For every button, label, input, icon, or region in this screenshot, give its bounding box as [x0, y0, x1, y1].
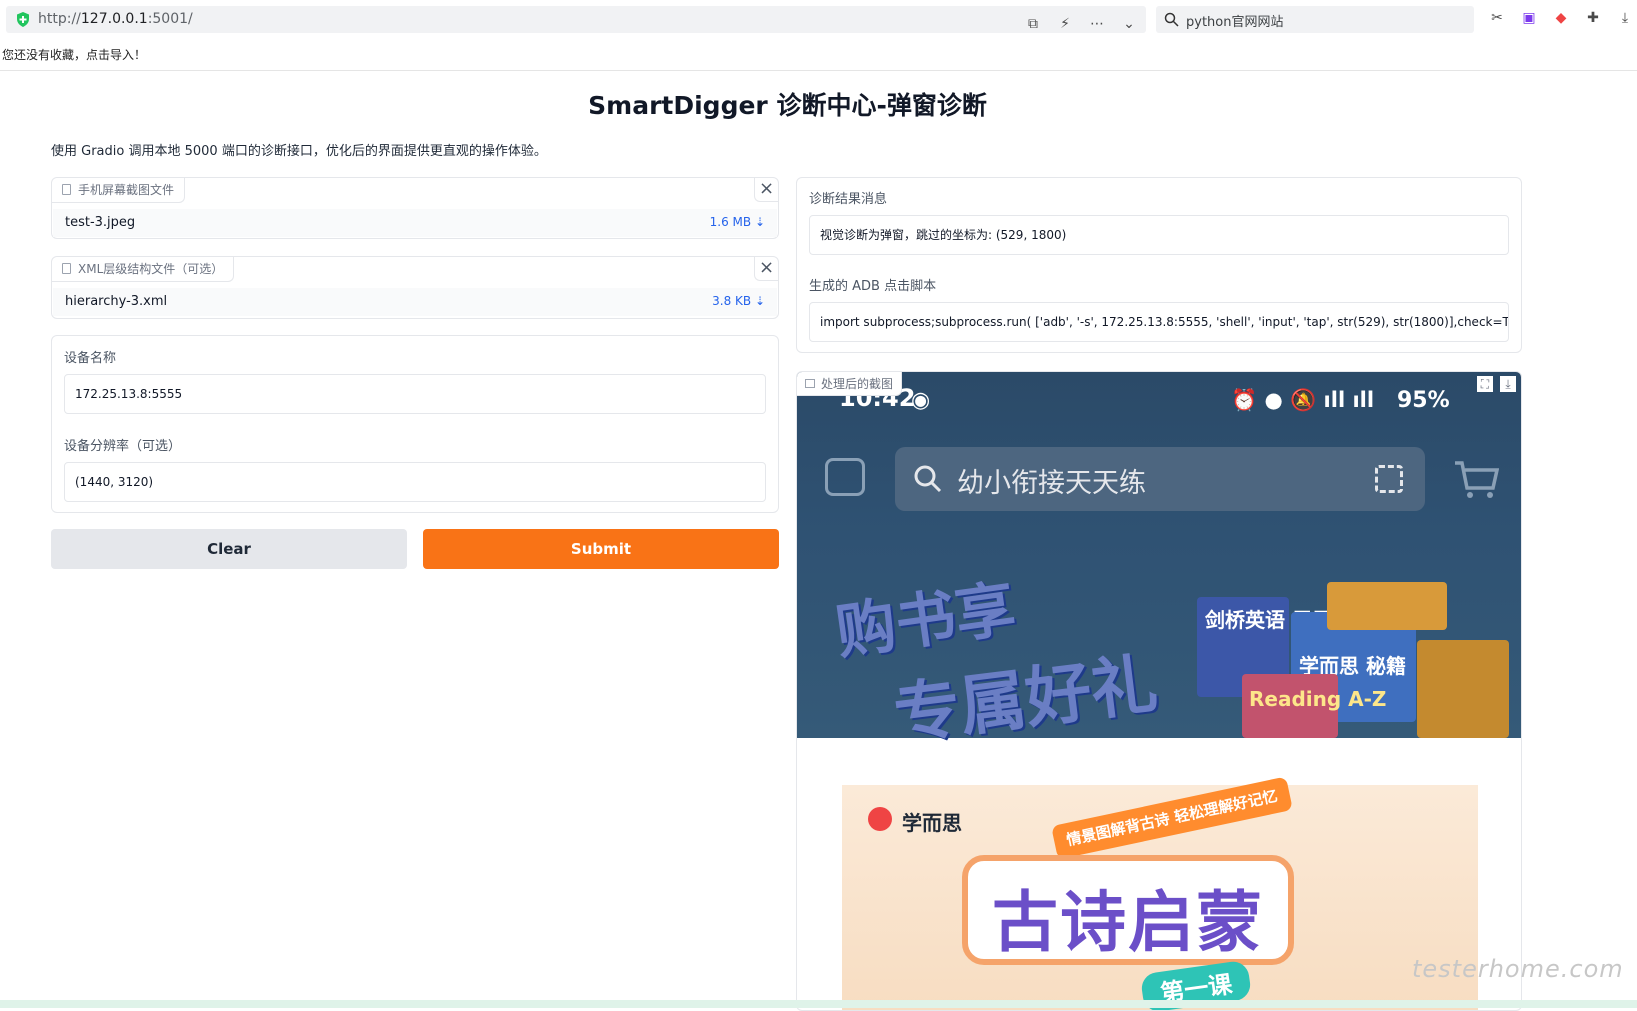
book-cover	[1417, 640, 1509, 738]
device-form: 设备名称 172.25.13.8:5555 设备分辨率（可选） (1440, 3…	[51, 335, 779, 513]
file-row: test-3.jpeg 1.6 MB ⇣	[53, 209, 777, 237]
file-name: hierarchy-3.xml	[65, 294, 168, 309]
url-text: http://127.0.0.1:5001/	[38, 11, 193, 27]
status-icons: ⏰ ● 🔕 ıll ıll	[1231, 388, 1375, 412]
secure-shield-icon	[17, 12, 29, 27]
search-icon	[914, 465, 942, 493]
browser-toolbar: http://127.0.0.1:5001/ ⧉ ⚡ ⋯ ⌄ python官网网…	[0, 0, 1637, 38]
processed-image-panel: 处理后的截图 ⛶ ⤓ 10:42 ◉ ⏰ ● 🔕 ıll ıll 95% 幼小衔…	[796, 371, 1522, 1011]
device-name-label: 设备名称	[64, 351, 117, 366]
watermark: testerhome.com	[1412, 955, 1624, 983]
search-box[interactable]: python官网网站	[1156, 6, 1474, 33]
app-search-bar: 幼小衔接天天练	[895, 447, 1425, 511]
ad-ribbon: 情景图解背古诗 轻松理解好记忆	[1051, 776, 1293, 860]
processed-image-label: 处理后的截图	[797, 372, 903, 396]
ad-title-box: 古诗启蒙	[962, 855, 1294, 965]
close-icon[interactable]: ×	[754, 178, 778, 202]
page-title: SmartDigger 诊断中心-弹窗诊断	[588, 91, 987, 120]
bookmark-import-notice[interactable]: 您还没有收藏，点击导入！	[2, 46, 146, 63]
message-icon	[825, 458, 865, 496]
processed-screenshot: 10:42 ◉ ⏰ ● 🔕 ıll ıll 95% 幼小衔接天天练 剑桥英语 周…	[797, 372, 1521, 754]
app-search-text: 幼小衔接天天练	[957, 468, 1146, 499]
image-icon	[805, 379, 815, 388]
taskbar-strip	[0, 1000, 1637, 1008]
eye-icon: ◉	[911, 388, 931, 413]
file-icon	[62, 184, 71, 195]
search-icon	[1164, 12, 1179, 27]
status-battery: 95%	[1397, 388, 1450, 413]
chevron-down-icon[interactable]: ⌄	[1120, 15, 1138, 33]
scissors-icon[interactable]: ✂	[1488, 9, 1506, 27]
more-icon[interactable]: ⋯	[1088, 15, 1106, 33]
file-row: hierarchy-3.xml 3.8 KB ⇣	[53, 288, 777, 316]
popup-ad: 学而思 情景图解背古诗 轻松理解好记忆 古诗启蒙 第一课	[842, 776, 1478, 1010]
device-resolution-label: 设备分辨率（可选）	[64, 439, 182, 454]
close-icon[interactable]: ×	[754, 257, 778, 281]
screenshot-upload-label: 手机屏幕截图文件	[52, 178, 186, 203]
translate-icon[interactable]: ⧉	[1024, 15, 1042, 33]
adb-script-output[interactable]: import subprocess;subprocess.run( ['adb'…	[809, 302, 1509, 342]
ad-title: 古诗启蒙	[992, 884, 1264, 961]
game-extension-icon[interactable]: ◆	[1552, 9, 1570, 27]
fullscreen-icon[interactable]: ⛶	[1477, 376, 1493, 392]
ad-brand: 学而思	[902, 811, 962, 835]
puzzle-icon[interactable]: ✚	[1584, 9, 1602, 27]
cart-icon	[1455, 461, 1499, 498]
xml-upload-label: XML层级结构文件（可选）	[52, 257, 235, 282]
translate-extension-icon[interactable]: ▣	[1520, 9, 1538, 27]
result-message-output[interactable]: 视觉诊断为弹窗，跳过的坐标为: (529, 1800)	[809, 215, 1509, 255]
clear-button[interactable]: Clear	[51, 529, 407, 569]
brand-logo-icon	[868, 807, 892, 831]
submit-button[interactable]: Submit	[423, 529, 779, 569]
bookmark-bar: 您还没有收藏，点击导入！	[0, 38, 1637, 71]
page-description: 使用 Gradio 调用本地 5000 端口的诊断接口，优化后的界面提供更直观的…	[51, 144, 547, 159]
device-name-input[interactable]: 172.25.13.8:5555	[64, 374, 766, 414]
results-panel: 诊断结果消息 视觉诊断为弹窗，跳过的坐标为: (529, 1800) 生成的 A…	[796, 177, 1522, 353]
screenshot-upload[interactable]: 手机屏幕截图文件 × test-3.jpeg 1.6 MB ⇣	[51, 177, 779, 239]
file-download-link[interactable]: 3.8 KB ⇣	[712, 294, 765, 308]
device-resolution-input[interactable]: (1440, 3120)	[64, 462, 766, 502]
adb-script-label: 生成的 ADB 点击脚本	[809, 279, 937, 294]
file-icon	[62, 263, 71, 274]
download-icon[interactable]: ⤓	[1500, 376, 1516, 392]
book-cover	[1327, 582, 1447, 630]
lightning-icon[interactable]: ⚡	[1056, 15, 1074, 33]
file-name: test-3.jpeg	[65, 215, 136, 230]
xml-upload[interactable]: XML层级结构文件（可选） × hierarchy-3.xml 3.8 KB ⇣	[51, 256, 779, 319]
result-message-label: 诊断结果消息	[809, 192, 888, 207]
file-download-link[interactable]: 1.6 MB ⇣	[710, 215, 765, 229]
book-title: Reading A-Z	[1249, 687, 1387, 711]
address-bar[interactable]: http://127.0.0.1:5001/ ⧉ ⚡ ⋯ ⌄	[6, 6, 1146, 33]
scan-icon	[1375, 465, 1403, 493]
download-icon[interactable]: ⤓	[1616, 9, 1634, 27]
search-text: python官网网站	[1186, 15, 1284, 30]
